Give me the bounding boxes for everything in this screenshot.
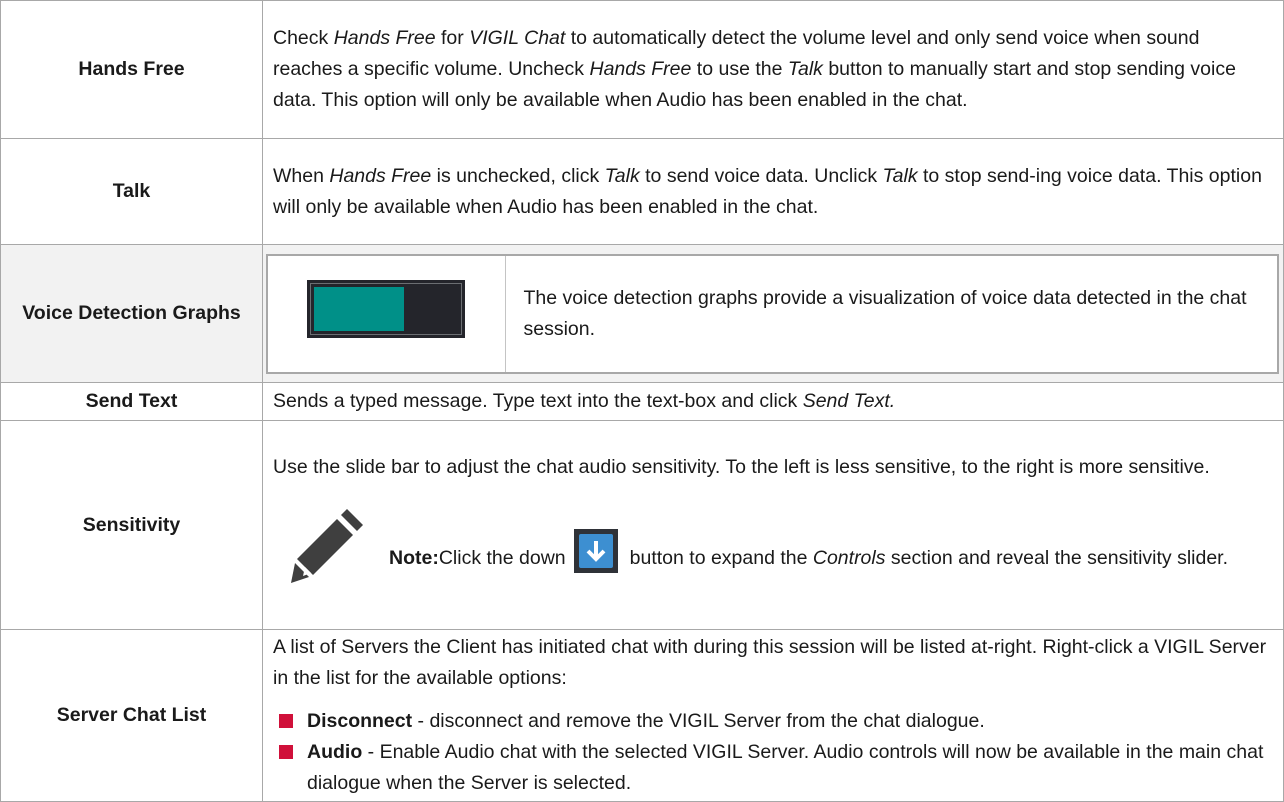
option-text: - Enable Audio chat with the selected VI…: [307, 741, 1264, 794]
table-row: Server Chat List A list of Servers the C…: [0, 629, 1284, 802]
feature-description-table: Hands Free Check Hands Free for VIGIL Ch…: [0, 0, 1284, 802]
table-row: Talk When Hands Free is unchecked, click…: [0, 138, 1284, 245]
voice-level-graph-icon: [307, 279, 466, 338]
option-term: Disconnect: [307, 710, 413, 732]
graph-example-cell: [266, 254, 506, 373]
options-list: Disconnect - disconnect and remove the V…: [273, 706, 1269, 799]
row-description-voice-detection-graphs: The voice detection graphs provide a vis…: [262, 244, 1284, 383]
text-run: Talk: [604, 164, 640, 187]
text-run: VIGIL Chat: [469, 27, 566, 49]
text-run: Hands Free: [333, 27, 436, 49]
row-description-sensitivity: Use the slide bar to adjust the chat aud…: [262, 420, 1284, 630]
table-row: Hands Free Check Hands Free for VIGIL Ch…: [0, 0, 1284, 139]
text-run: is unchecked, click: [431, 164, 605, 187]
row-description-hands-free: Check Hands Free for VIGIL Chat to autom…: [262, 0, 1284, 139]
option-term: Audio: [307, 741, 363, 763]
text-run: for: [435, 27, 470, 49]
row-label-server-chat-list: Server Chat List: [0, 629, 263, 802]
text-run: section and reveal the sensitivity slide…: [885, 546, 1229, 569]
text-run: Send Text.: [802, 390, 896, 412]
bullet-icon: [279, 745, 293, 759]
table-row: Voice Detection Graphs The voice detecti…: [0, 244, 1284, 383]
note-text: Note:Click the down button to expand the …: [379, 501, 1228, 574]
text-run: Click the down: [438, 546, 566, 569]
text-run: Sends a typed message. Type text into th…: [273, 390, 803, 412]
voice-graph-example-table: The voice detection graphs provide a vis…: [266, 253, 1279, 374]
bullet-icon: [279, 714, 293, 728]
table-row: Send Text Sends a typed message. Type te…: [0, 382, 1284, 421]
text-run: Check: [273, 27, 334, 49]
row-description-talk: When Hands Free is unchecked, click Talk…: [262, 138, 1284, 245]
row-label-voice-detection-graphs: Voice Detection Graphs: [0, 244, 263, 383]
row-label-hands-free: Hands Free: [0, 0, 263, 139]
text-run: to use the: [691, 58, 788, 80]
note-block: Note:Click the down button to expand the …: [273, 501, 1269, 599]
sensitivity-description: Use the slide bar to adjust the chat aud…: [273, 455, 1210, 478]
list-item: Audio - Enable Audio chat with the selec…: [273, 737, 1269, 799]
text-run: Talk: [882, 164, 918, 187]
text-run: Talk: [787, 58, 823, 80]
note-label: Note:: [389, 546, 439, 569]
pencil-icon: [291, 508, 363, 583]
row-label-talk: Talk: [0, 138, 263, 245]
table-row: Sensitivity Use the slide bar to adjust …: [0, 420, 1284, 630]
option-text: - disconnect and remove the VIGIL Server…: [412, 710, 985, 732]
text-run: When: [273, 164, 330, 187]
row-label-send-text: Send Text: [0, 382, 263, 421]
voice-level-fill: [314, 286, 404, 331]
voice-graph-description: The voice detection graphs provide a vis…: [504, 254, 1279, 373]
list-item: Disconnect - disconnect and remove the V…: [273, 706, 1269, 737]
row-label-sensitivity: Sensitivity: [0, 420, 263, 630]
text-run: Controls: [812, 546, 886, 569]
down-arrow-icon: [573, 528, 618, 573]
text-run: button to expand the: [629, 546, 813, 569]
text-run: Hands Free: [329, 164, 432, 187]
text-run: Hands Free: [589, 58, 692, 80]
text-run: to send voice data. Unclick: [639, 164, 883, 187]
row-description-send-text: Sends a typed message. Type text into th…: [262, 382, 1284, 421]
row-description-server-chat-list: A list of Servers the Client has initiat…: [262, 629, 1284, 802]
server-chat-list-intro: A list of Servers the Client has initiat…: [273, 636, 1267, 689]
